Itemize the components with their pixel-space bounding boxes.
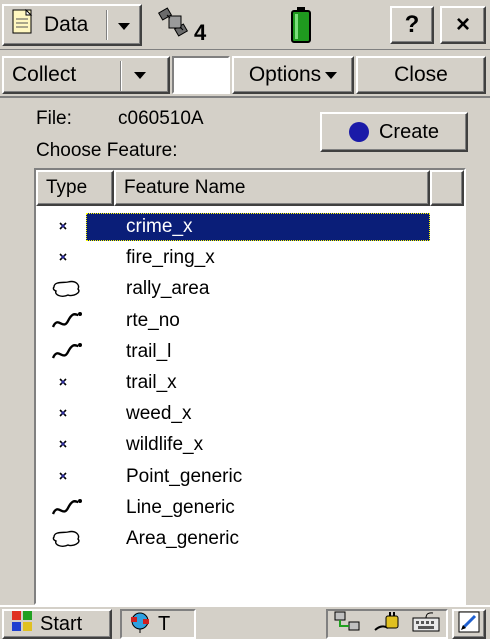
help-button[interactable]: ?	[390, 6, 434, 44]
create-button[interactable]: Create	[320, 112, 468, 152]
create-label: Create	[378, 120, 440, 143]
area-feature-icon	[50, 277, 84, 301]
keyboard-icon[interactable]	[411, 610, 441, 639]
line-feature-icon	[50, 340, 84, 364]
feature-name: rte_no	[126, 309, 180, 331]
taskbar-app-label: T	[158, 612, 171, 635]
feature-name: weed_x	[126, 403, 192, 425]
system-tray	[326, 609, 448, 639]
feature-name: fire_ring_x	[126, 247, 215, 269]
point-feature-icon	[50, 402, 84, 426]
column-header-feature-name[interactable]: Feature Name	[114, 170, 430, 206]
windows-flag-icon	[10, 609, 36, 639]
satellite-icon	[128, 609, 154, 639]
feature-row[interactable]: trail_l	[36, 337, 464, 368]
point-feature-icon	[50, 246, 84, 270]
feature-name: trail_l	[126, 340, 172, 362]
feature-row[interactable]: rte_no	[36, 306, 464, 337]
feature-row[interactable]: weed_x	[36, 399, 464, 430]
power-plug-icon[interactable]	[372, 610, 402, 639]
point-feature-icon	[50, 465, 84, 489]
point-feature-icon	[50, 371, 84, 395]
input-panel-button[interactable]	[452, 609, 486, 639]
separator	[106, 10, 108, 40]
battery-icon[interactable]	[290, 6, 312, 44]
file-value: c060510A	[118, 108, 204, 129]
options-menu-button[interactable]: Options	[232, 56, 354, 94]
feature-name: rally_area	[126, 278, 210, 300]
chevron-down-icon	[118, 23, 130, 30]
chevron-down-icon	[134, 72, 146, 79]
create-dot-icon	[348, 122, 369, 142]
collect-menu-button[interactable]: Collect	[2, 56, 170, 94]
feature-name: Point_generic	[126, 465, 243, 487]
area-feature-icon	[50, 527, 84, 551]
satellite-count: 4	[194, 20, 207, 45]
network-icon[interactable]	[333, 610, 363, 639]
taskbar: Start T	[0, 605, 490, 639]
satellite-icon	[157, 6, 192, 45]
point-feature-icon	[50, 215, 84, 239]
feature-name: wildlife_x	[126, 434, 204, 456]
pen-icon	[457, 610, 481, 639]
options-label: Options	[248, 63, 322, 86]
close-window-button[interactable]: ×	[440, 6, 486, 44]
feature-row[interactable]: Point_generic	[36, 462, 464, 493]
app-menu-button[interactable]: Data	[2, 4, 142, 46]
list-header: Type Feature Name	[36, 170, 464, 206]
gps-status[interactable]: 4	[157, 4, 238, 46]
collect-label: Collect	[12, 63, 77, 86]
feature-row[interactable]: wildlife_x	[36, 430, 464, 461]
start-label: Start	[40, 612, 83, 635]
feature-name: trail_x	[126, 372, 177, 393]
start-button[interactable]: Start	[2, 609, 112, 639]
column-header-blank	[430, 170, 464, 206]
feature-row[interactable]: rally_area	[36, 274, 464, 305]
column-header-type[interactable]: Type	[36, 170, 114, 206]
chevron-down-icon	[325, 71, 338, 79]
notepad-icon	[12, 8, 34, 41]
menu-bar: Collect Options Close	[0, 52, 490, 98]
close-button[interactable]: Close	[356, 56, 486, 94]
feature-name: crime_x	[126, 216, 193, 237]
feature-row[interactable]: Area_generic	[36, 524, 464, 555]
feature-name: Line_generic	[126, 496, 235, 518]
point-feature-icon	[50, 433, 84, 457]
choose-feature-label: Choose Feature:	[36, 140, 178, 161]
taskbar-app-button[interactable]: T	[120, 609, 196, 639]
feature-row[interactable]: trail_x	[36, 368, 464, 399]
line-feature-icon	[50, 496, 84, 520]
file-label: File:	[36, 108, 72, 129]
separator	[120, 61, 122, 91]
blank-field	[172, 56, 230, 94]
feature-row[interactable]: Line_generic	[36, 493, 464, 524]
app-menu-label: Data	[44, 13, 89, 36]
feature-row[interactable]: fire_ring_x	[36, 243, 464, 274]
top-bar: Data 4 ? ×	[0, 0, 490, 50]
feature-list[interactable]: Type Feature Name crime_x fire_ring_xrall…	[34, 168, 466, 605]
feature-name: Area_generic	[126, 528, 240, 549]
feature-row[interactable]: crime_x	[36, 212, 464, 243]
line-feature-icon	[50, 309, 84, 333]
